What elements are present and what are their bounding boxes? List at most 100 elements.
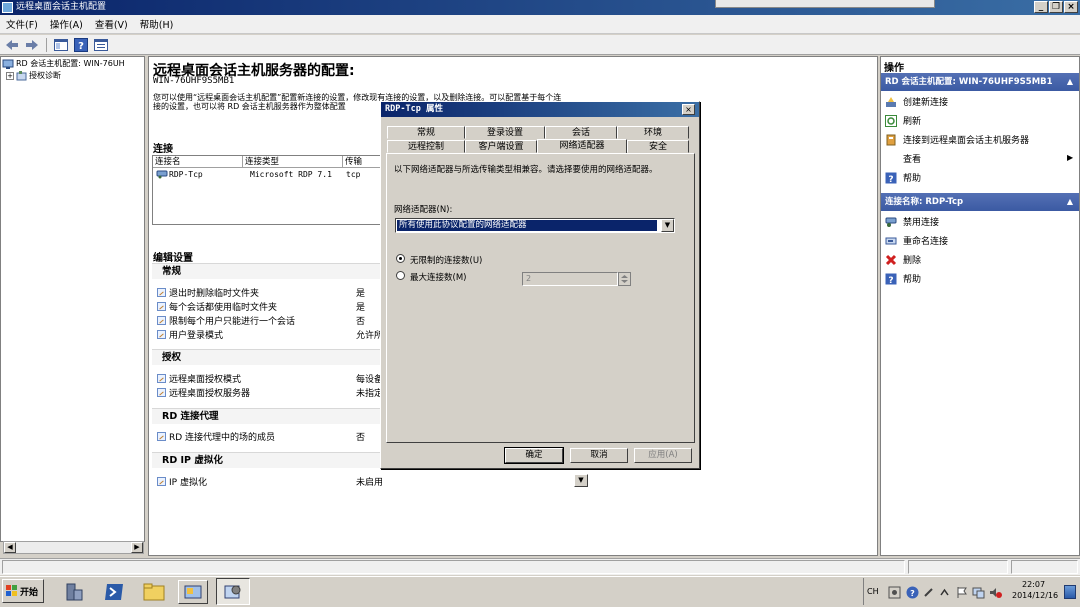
console-tree (0, 56, 145, 542)
tray-separator (863, 578, 864, 605)
menu-view[interactable]: 查看(V) (95, 17, 128, 31)
tree-item-licensing[interactable]: + 授权诊断 (6, 70, 61, 81)
chevron-down-icon[interactable]: ▼ (661, 219, 674, 232)
expand-icon[interactable]: + (6, 71, 14, 80)
radio-unlimited[interactable] (396, 254, 405, 263)
actions-group-server[interactable]: RD 会话主机配置: WIN-76UHF9S5MB1 ▲ (881, 73, 1079, 91)
server-manager-icon[interactable] (60, 580, 88, 604)
property-icon (157, 330, 166, 339)
back-icon[interactable] (4, 38, 20, 52)
rd-config-task-icon[interactable] (178, 580, 208, 604)
setting-value: 每设备 (356, 375, 384, 385)
cancel-button[interactable]: 取消 (570, 448, 628, 463)
chevron-down-icon[interactable]: ▼ (574, 474, 588, 487)
max-connections-spinner[interactable] (618, 272, 631, 286)
tree-item-root[interactable]: RD 会话主机配置: WIN-76UH (2, 58, 125, 69)
radio-max-label[interactable]: 最大连接数(M) (410, 271, 466, 283)
pen-icon[interactable] (922, 586, 935, 599)
action-create-connection[interactable]: 创建新连接 (885, 95, 948, 108)
window-title: 远程桌面会话主机配置 (16, 2, 107, 12)
start-button[interactable]: 开始 (2, 579, 44, 603)
apply-button[interactable]: 应用(A) (634, 448, 692, 463)
action-label: 帮助 (903, 275, 922, 285)
new-connection-icon (885, 96, 897, 108)
action-disable-connection[interactable]: 禁用连接 (885, 215, 939, 228)
menu-file[interactable]: 文件(F) (6, 17, 38, 31)
help-icon[interactable]: ? (73, 37, 89, 52)
setting-row[interactable]: RD 连接代理中的场的成员 (157, 430, 275, 443)
section-connection-broker: RD 连接代理 (152, 408, 384, 424)
setting-row[interactable]: 用户登录模式 (157, 328, 223, 341)
ime-icon[interactable] (888, 586, 901, 599)
scroll-left-icon[interactable]: ◀ (4, 542, 16, 553)
minimize-icon[interactable]: _ (1034, 1, 1048, 13)
setting-row[interactable]: 每个会话都使用临时文件夹 (157, 300, 277, 313)
menu-action[interactable]: 操作(A) (50, 17, 83, 31)
clock-date[interactable]: 2014/12/16 (1012, 591, 1058, 600)
action-label: 连接到远程桌面会话主机服务器 (903, 136, 1030, 146)
network-icon[interactable] (972, 586, 985, 599)
adapter-selected-value[interactable]: 所有使用此协议配置的网络适配器 (397, 220, 657, 231)
properties-icon[interactable] (93, 38, 109, 52)
tab-logon-settings[interactable]: 登录设置 (465, 126, 545, 139)
actions-pane (880, 56, 1080, 556)
column-header-name[interactable]: 连接名 (153, 156, 243, 168)
setting-row[interactable]: 限制每个用户只能进行一个会话 (157, 314, 295, 327)
setting-row[interactable]: 远程桌面授权服务器 (157, 386, 250, 399)
radio-max-connections[interactable] (396, 271, 405, 280)
max-connections-input[interactable]: 2 (522, 272, 618, 286)
ok-button[interactable]: 确定 (504, 447, 564, 464)
radio-unlimited-label[interactable]: 无限制的连接数(U) (410, 254, 482, 266)
menu-help[interactable]: 帮助(H) (140, 17, 174, 31)
tree-horizontal-scrollbar[interactable]: ◀ ▶ (3, 541, 144, 554)
action-view[interactable]: 查看 (885, 152, 921, 165)
column-header-type[interactable]: 连接类型 (243, 156, 343, 168)
tab-network-adapter[interactable]: 网络适配器 (537, 139, 627, 153)
explorer-icon[interactable] (140, 580, 168, 604)
app-icon (2, 2, 13, 13)
tab-sessions[interactable]: 会话 (545, 126, 617, 139)
help-tray-icon[interactable]: ? (906, 586, 919, 599)
group-header-label: 连接名称: RDP-Tcp (885, 197, 964, 207)
action-refresh[interactable]: 刷新 (885, 114, 921, 127)
volume-muted-icon[interactable] (989, 586, 1002, 599)
show-desktop-icon[interactable] (1064, 585, 1076, 599)
tab-client-settings[interactable]: 客户端设置 (465, 140, 537, 153)
actions-group-connection[interactable]: 连接名称: RDP-Tcp ▲ (881, 193, 1079, 211)
setting-value: 否 (356, 433, 366, 443)
help-icon: ? (885, 273, 897, 285)
restore-icon[interactable]: ❐ (1049, 1, 1063, 13)
action-label: 禁用连接 (903, 218, 940, 228)
collapse-icon[interactable]: ▲ (1067, 73, 1073, 91)
dialog-title: RDP-Tcp 属性 (381, 102, 699, 117)
scroll-right-icon[interactable]: ▶ (131, 542, 143, 553)
flag-icon[interactable] (955, 586, 968, 599)
action-help[interactable]: ? 帮助 (885, 171, 921, 184)
submenu-arrow-icon[interactable]: ▶ (1067, 153, 1073, 162)
action-help-2[interactable]: ? 帮助 (885, 272, 921, 285)
tab-remote-control[interactable]: 远程控制 (387, 140, 465, 153)
clock-time[interactable]: 22:07 (1022, 580, 1045, 589)
show-hide-tree-icon[interactable] (53, 38, 69, 52)
language-indicator[interactable]: CH (867, 587, 879, 596)
tab-environment[interactable]: 环境 (617, 126, 689, 139)
setting-row[interactable]: 退出时删除临时文件夹 (157, 286, 259, 299)
action-connect-server[interactable]: 连接到远程桌面会话主机服务器 (885, 133, 1029, 146)
setting-row[interactable]: 远程桌面授权模式 (157, 372, 241, 385)
expand-tray-icon[interactable] (938, 586, 951, 599)
action-rename-connection[interactable]: 重命名连接 (885, 234, 948, 247)
windows-logo-icon (6, 585, 17, 596)
forward-icon[interactable] (24, 38, 40, 52)
action-delete[interactable]: 删除 (885, 253, 921, 266)
table-row[interactable]: RDP-Tcp (156, 170, 203, 179)
close-icon[interactable]: × (682, 104, 695, 115)
column-header-transport[interactable]: 传输 (343, 156, 383, 168)
powershell-icon[interactable] (100, 580, 128, 604)
tab-general[interactable]: 常规 (387, 126, 465, 139)
collapse-icon[interactable]: ▲ (1067, 193, 1073, 211)
tab-security[interactable]: 安全 (627, 140, 689, 153)
adapter-description: 以下网络适配器与所选传输类型相兼容。请选择要使用的网络适配器。 (394, 165, 658, 175)
properties-task-icon[interactable] (216, 578, 250, 605)
close-icon[interactable]: × (1064, 1, 1078, 13)
setting-row[interactable]: IP 虚拟化 (157, 475, 207, 488)
